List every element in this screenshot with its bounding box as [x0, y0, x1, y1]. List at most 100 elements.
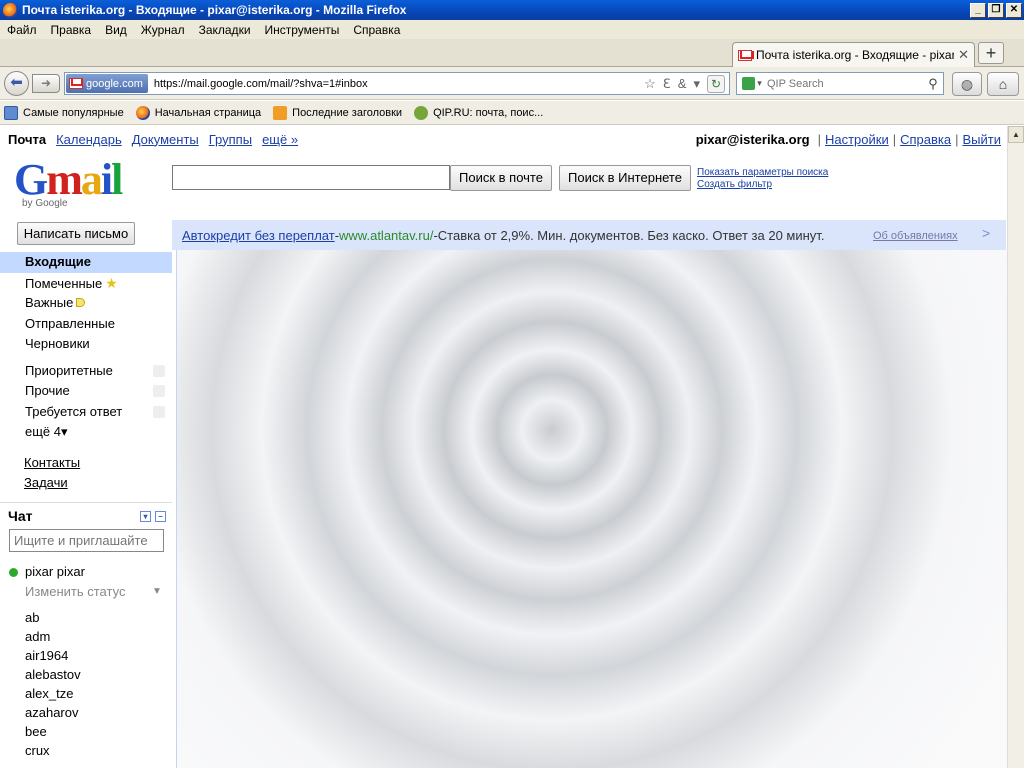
folder-drafts[interactable]: Черновики [0, 334, 172, 355]
bookmark-popular[interactable]: Самые популярные [4, 105, 124, 120]
folder-important[interactable]: Важные [0, 293, 172, 314]
forward-button[interactable]: ➜ [32, 74, 60, 93]
url-text[interactable]: https://mail.google.com/mail/?shva=1#inb… [149, 78, 644, 90]
label-color-swatch[interactable] [153, 405, 165, 418]
ampersand-icon[interactable]: & [678, 76, 687, 91]
search-engine-icon[interactable]: ▾ [737, 73, 767, 94]
label-color-swatch[interactable] [153, 385, 165, 397]
menu-edit[interactable]: Правка [44, 23, 99, 37]
site-identity-button[interactable]: google.com [66, 74, 148, 93]
menu-view[interactable]: Вид [98, 23, 134, 37]
nav-calendar[interactable]: Календарь [56, 132, 122, 147]
chat-contact[interactable]: alex_tze [0, 684, 172, 703]
home-button[interactable]: ⌂ [987, 72, 1019, 96]
chat-contact[interactable]: crux [0, 741, 172, 760]
chat-panel: Чат ▾ − pixar pixar Изменить статус ▼ ab… [0, 502, 172, 760]
settings-link[interactable]: Настройки [825, 132, 889, 147]
menu-help[interactable]: Справка [346, 23, 407, 37]
gmail-favicon-icon [738, 49, 754, 61]
translate-icon[interactable]: ℇ [663, 76, 671, 92]
search-magnifier-icon[interactable]: ⚲ [923, 76, 943, 92]
page-scrollbar[interactable]: ▲ [1007, 126, 1024, 768]
search-input[interactable] [767, 77, 923, 90]
tab-gmail[interactable]: Почта isterika.org - Входящие - pixar...… [732, 42, 975, 67]
gmail-top-bar: Почта Календарь Документы Группы ещё » p… [0, 126, 1007, 152]
bookmark-start-page[interactable]: Начальная страница [135, 105, 262, 120]
nav-more[interactable]: ещё » [262, 132, 298, 147]
label-needs-reply[interactable]: Требуется ответ [0, 402, 172, 423]
next-ad-icon[interactable]: > [982, 225, 990, 241]
firefox-icon [135, 105, 150, 120]
contacts-link[interactable]: Контакты [0, 453, 172, 473]
mail-list-pane [176, 250, 1007, 768]
search-web-button[interactable]: Поиск в Интернете [559, 165, 691, 191]
create-filter-link[interactable]: Создать фильтр [697, 179, 828, 191]
show-search-options-link[interactable]: Показать параметры поиска [697, 167, 828, 179]
folder-inbox[interactable]: Входящие [0, 252, 172, 273]
firefox-icon [3, 2, 18, 18]
chat-contact[interactable]: adm [0, 627, 172, 646]
tab-close-icon[interactable]: ✕ [958, 47, 969, 63]
maximize-button[interactable]: ❐ [988, 2, 1004, 18]
label-color-swatch[interactable] [153, 364, 165, 377]
search-bar[interactable]: ▾ ⚲ [736, 72, 944, 95]
bookmark-label: Самые популярные [23, 106, 124, 119]
arrow-left-icon: ⬅ [10, 74, 23, 91]
bookmark-qip[interactable]: QIP.RU: почта, поис... [414, 105, 544, 120]
bookmark-label: Начальная страница [154, 106, 262, 119]
folder-starred[interactable]: Помеченные ★ [0, 273, 172, 294]
nav-docs[interactable]: Документы [132, 132, 199, 147]
url-bar[interactable]: google.com https://mail.google.com/mail/… [64, 72, 730, 95]
bookmark-label: QIP.RU: почта, поис... [433, 106, 544, 119]
search-mail-button[interactable]: Поиск в почте [450, 165, 552, 191]
chat-contact[interactable]: azaharov [0, 703, 172, 722]
logout-link[interactable]: Выйти [963, 132, 1002, 147]
ad-title-link[interactable]: Автокредит без переплат [182, 228, 335, 243]
separator: | [955, 131, 959, 147]
ad-url[interactable]: www.atlantav.ru/ [339, 228, 433, 243]
bookmark-latest-headlines[interactable]: Последние заголовки [273, 105, 402, 120]
label-priority[interactable]: Приоритетные [0, 361, 172, 382]
reload-button[interactable]: ↻ [707, 74, 725, 93]
account-email: pixar@isterika.org [695, 131, 810, 147]
chat-contact[interactable]: air1964 [0, 646, 172, 665]
scroll-up-icon[interactable]: ▲ [1008, 126, 1024, 143]
chat-contact[interactable]: ab [0, 608, 172, 627]
nav-groups[interactable]: Группы [209, 132, 252, 147]
status-dropdown-icon[interactable]: ▼ [152, 582, 162, 602]
bookmark-star-icon[interactable]: ☆ [644, 76, 656, 92]
ad-bar: Автокредит без переплат - www.atlantav.r… [172, 220, 1006, 250]
mail-search-input[interactable] [172, 165, 450, 190]
popular-icon [4, 105, 18, 120]
about-ads-link[interactable]: Об объявлениях [873, 230, 958, 242]
chat-collapse-icon[interactable]: − [155, 511, 166, 522]
menu-file[interactable]: Файл [0, 23, 44, 37]
new-tab-button[interactable]: + [978, 42, 1004, 64]
gmail-favicon-icon [69, 78, 83, 89]
menu-history[interactable]: Журнал [134, 23, 192, 37]
minimize-button[interactable]: _ [970, 2, 986, 18]
chat-options-icon[interactable]: ▾ [140, 511, 151, 522]
chat-search-input[interactable] [9, 529, 164, 552]
folder-sent[interactable]: Отправленные [0, 314, 172, 335]
compose-button[interactable]: Написать письмо [17, 222, 135, 245]
menu-bookmarks[interactable]: Закладки [192, 23, 258, 37]
chat-contact[interactable]: alebastov [0, 665, 172, 684]
globe-button[interactable]: ◍ [952, 72, 982, 96]
chat-title: Чат [8, 508, 33, 524]
gmail-logo-wordmark: Gmail [14, 155, 123, 204]
menu-tools[interactable]: Инструменты [258, 23, 347, 37]
nav-mail[interactable]: Почта [8, 132, 46, 147]
help-link[interactable]: Справка [900, 132, 951, 147]
chat-contact[interactable]: bee [0, 722, 172, 741]
gmail-logo[interactable]: Gmail by Google [14, 158, 144, 214]
more-labels[interactable]: ещё 4▾ [0, 422, 172, 443]
dropdown-arrow-icon[interactable]: ▾ [693, 76, 700, 92]
change-status[interactable]: Изменить статус ▼ [0, 582, 172, 602]
tasks-link[interactable]: Задачи [0, 473, 172, 493]
label-other[interactable]: Прочие [0, 381, 172, 402]
back-button[interactable]: ⬅ [4, 71, 29, 96]
close-window-button[interactable]: ✕ [1006, 2, 1022, 18]
back-forward-group: ➜ ⬅ [4, 71, 60, 96]
change-status-label: Изменить статус [25, 584, 126, 599]
